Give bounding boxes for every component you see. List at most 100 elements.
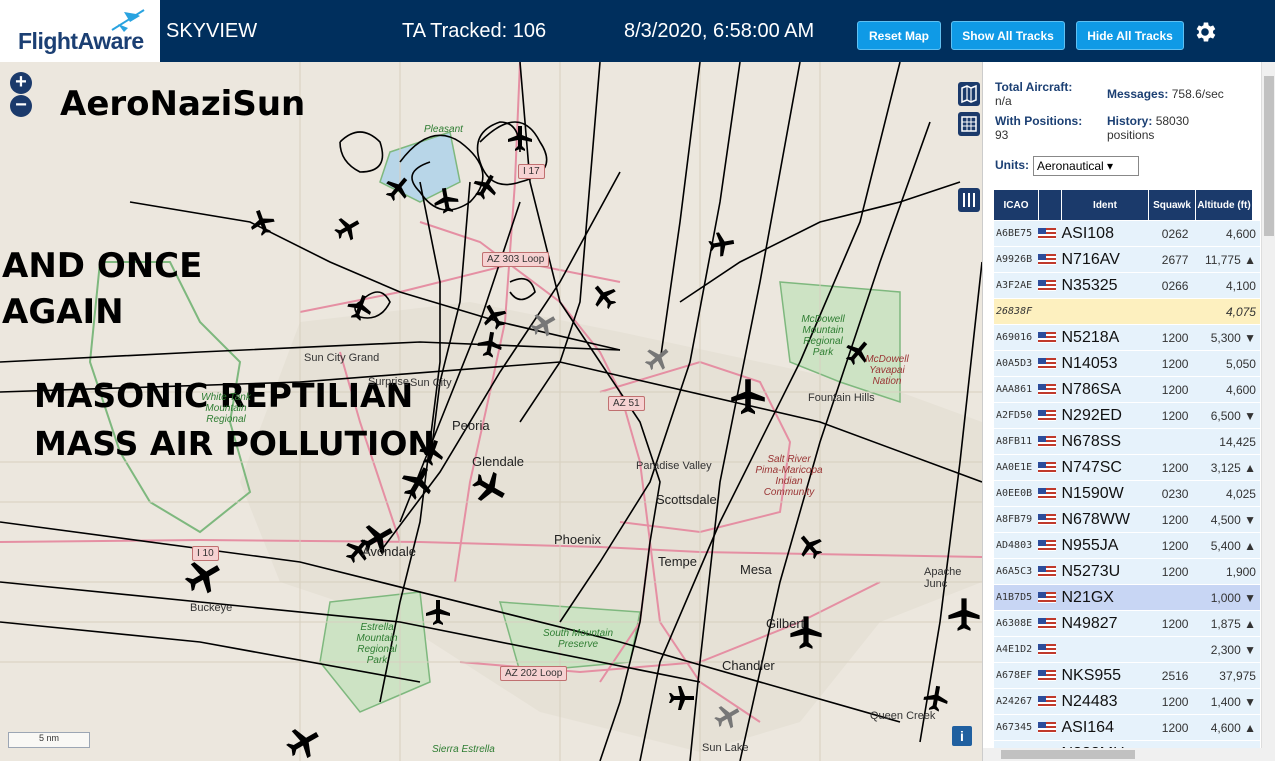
row-altitude: 6,500 ▼ bbox=[1210, 408, 1256, 423]
row-flag bbox=[1037, 592, 1062, 603]
row-flag bbox=[1037, 696, 1062, 707]
app-name: SKYVIEW bbox=[166, 20, 258, 42]
units-select[interactable]: Aeronautical ▾ bbox=[1033, 156, 1139, 176]
grid-toggle-button[interactable] bbox=[958, 112, 980, 136]
row-squawk: 1200 bbox=[1161, 616, 1189, 631]
table-row[interactable]: 26838F 4,075 bbox=[994, 299, 1260, 325]
us-flag-icon bbox=[1037, 410, 1056, 421]
map-label: Estrella Mountain Regional Park bbox=[356, 622, 398, 666]
table-row[interactable]: A67345 ASI164 1200 4,600 ▲ bbox=[994, 715, 1260, 741]
table-row[interactable]: A3F2AE N35325 0266 4,100 bbox=[994, 273, 1260, 299]
row-ident: N5273U bbox=[1061, 562, 1121, 580]
reset-map-button[interactable]: Reset Map bbox=[857, 21, 941, 50]
row-flag bbox=[1037, 722, 1062, 733]
row-altitude: 1,900 bbox=[1225, 564, 1256, 579]
logo[interactable]: FlightAware bbox=[0, 0, 160, 62]
table-header: ICAO Ident Squawk Altitude (ft) bbox=[994, 190, 1253, 220]
col-ident[interactable]: Ident bbox=[1062, 190, 1149, 220]
vertical-scroll-thumb[interactable] bbox=[1264, 76, 1274, 236]
table-row[interactable]: A8FB79 N678WW 1200 4,500 ▼ bbox=[994, 507, 1260, 533]
table-row[interactable]: A6A5C3 N5273U 1200 1,900 bbox=[994, 559, 1260, 585]
row-squawk: 1200 bbox=[1161, 356, 1189, 371]
row-squawk: 1200 bbox=[1161, 512, 1189, 527]
history-value: 58030 bbox=[1155, 114, 1190, 128]
row-flag bbox=[1037, 358, 1062, 369]
row-icao: A6BE75 bbox=[996, 228, 1033, 239]
table-row[interactable]: AA0E1E N747SC 1200 3,125 ▲ bbox=[994, 455, 1260, 481]
us-flag-icon bbox=[1037, 228, 1056, 239]
row-ident: N955JA bbox=[1061, 536, 1119, 554]
row-squawk: 1200 bbox=[1161, 330, 1189, 345]
highway-shield: AZ 51 bbox=[608, 396, 645, 411]
row-ident: ASI164 bbox=[1061, 718, 1114, 736]
map-icon bbox=[961, 84, 977, 104]
row-ident: N24483 bbox=[1061, 692, 1118, 710]
scale-bar: 5 nm bbox=[8, 732, 90, 748]
row-squawk: 0266 bbox=[1161, 278, 1189, 293]
map-layers-button[interactable] bbox=[958, 82, 980, 106]
row-altitude: 4,600 bbox=[1225, 382, 1256, 397]
table-row[interactable]: A6BE75 ASI108 0262 4,600 bbox=[994, 221, 1260, 247]
grid-icon bbox=[961, 116, 977, 132]
col-icao[interactable]: ICAO bbox=[994, 190, 1039, 220]
row-icao: A0EE0B bbox=[996, 488, 1033, 499]
aircraft-table: A6BE75 ASI108 0262 4,600 A9926B N716AV 2677 11,… bbox=[994, 221, 1260, 761]
map[interactable]: + − AeroNaziSun AND ONCE AGAIN MASONIC R… bbox=[0, 62, 982, 761]
datetime: 8/3/2020, 6:58:00 AM bbox=[624, 20, 815, 42]
map-label: Pleasant bbox=[424, 124, 463, 135]
us-flag-icon bbox=[1037, 384, 1056, 395]
col-altitude[interactable]: Altitude (ft) bbox=[1196, 190, 1253, 220]
table-row[interactable]: A1B7D5 N21GX 1,000 ▼ bbox=[994, 585, 1260, 611]
us-flag-icon bbox=[1037, 592, 1056, 603]
map-label: Salt River Pima-Maricopa Indian Communit… bbox=[755, 454, 823, 498]
row-flag bbox=[1037, 644, 1062, 655]
row-altitude: 5,400 ▲ bbox=[1210, 538, 1256, 553]
table-row[interactable]: A8FB11 N678SS 14,425 bbox=[994, 429, 1260, 455]
row-flag bbox=[1037, 540, 1062, 551]
horizontal-scrollbar[interactable] bbox=[983, 748, 1263, 761]
table-row[interactable]: A69016 N5218A 1200 5,300 ▼ bbox=[994, 325, 1260, 351]
table-row[interactable]: A9926B N716AV 2677 11,775 ▲ bbox=[994, 247, 1260, 273]
col-flag[interactable] bbox=[1039, 190, 1062, 220]
table-row[interactable]: AAA861 N786SA 1200 4,600 bbox=[994, 377, 1260, 403]
map-label: Peoria bbox=[452, 418, 490, 433]
map-label: Sun City Grand bbox=[304, 352, 380, 364]
table-row[interactable]: AD4803 N955JA 1200 5,400 ▲ bbox=[994, 533, 1260, 559]
table-row[interactable]: A24267 N24483 1200 1,400 ▼ bbox=[994, 689, 1260, 715]
overlay-line-1: AND ONCE bbox=[2, 246, 203, 286]
zoom-in-button[interactable]: + bbox=[10, 72, 32, 94]
map-label: Buckeye bbox=[190, 602, 233, 614]
us-flag-icon bbox=[1037, 722, 1056, 733]
gear-icon[interactable] bbox=[1192, 19, 1218, 45]
table-row[interactable]: A0EE0B N1590W 0230 4,025 bbox=[994, 481, 1260, 507]
row-flag bbox=[1037, 462, 1062, 473]
row-icao: A6308E bbox=[996, 618, 1033, 629]
row-icao: AD4803 bbox=[996, 540, 1033, 551]
us-flag-icon bbox=[1037, 462, 1056, 473]
horizontal-scroll-thumb[interactable] bbox=[1001, 750, 1135, 759]
zoom-out-button[interactable]: − bbox=[10, 95, 32, 117]
table-row[interactable]: A2FD50 N292ED 1200 6,500 ▼ bbox=[994, 403, 1260, 429]
columns-toggle-button[interactable] bbox=[958, 188, 980, 212]
table-row[interactable]: A0A5D3 N14053 1200 5,050 bbox=[994, 351, 1260, 377]
show-all-tracks-button[interactable]: Show All Tracks bbox=[951, 21, 1065, 50]
map-label: Glendale bbox=[472, 454, 525, 469]
row-ident: N678SS bbox=[1061, 432, 1122, 450]
row-icao: A6A5C3 bbox=[996, 566, 1033, 577]
vertical-scrollbar[interactable] bbox=[1261, 62, 1275, 761]
table-row[interactable]: A4E1D2 2,300 ▼ bbox=[994, 637, 1260, 663]
row-ident: N5218A bbox=[1061, 328, 1120, 346]
hide-all-tracks-button[interactable]: Hide All Tracks bbox=[1076, 21, 1184, 50]
history-unit: positions bbox=[1107, 128, 1155, 142]
table-row[interactable]: A6308E N49827 1200 1,875 ▲ bbox=[994, 611, 1260, 637]
col-squawk[interactable]: Squawk bbox=[1149, 190, 1196, 220]
row-squawk: 1200 bbox=[1161, 460, 1189, 475]
table-row[interactable]: A678EF NKS955 2516 37,975 bbox=[994, 663, 1260, 689]
map-label: White Tank Mountain Regional bbox=[201, 392, 251, 425]
row-squawk: 1200 bbox=[1161, 408, 1189, 423]
total-aircraft-label: Total Aircraft: bbox=[995, 80, 1073, 94]
row-altitude: 5,300 ▼ bbox=[1210, 330, 1256, 345]
row-icao: A1B7D5 bbox=[996, 592, 1033, 603]
info-button[interactable]: i bbox=[952, 726, 972, 746]
row-flag bbox=[1037, 618, 1062, 629]
